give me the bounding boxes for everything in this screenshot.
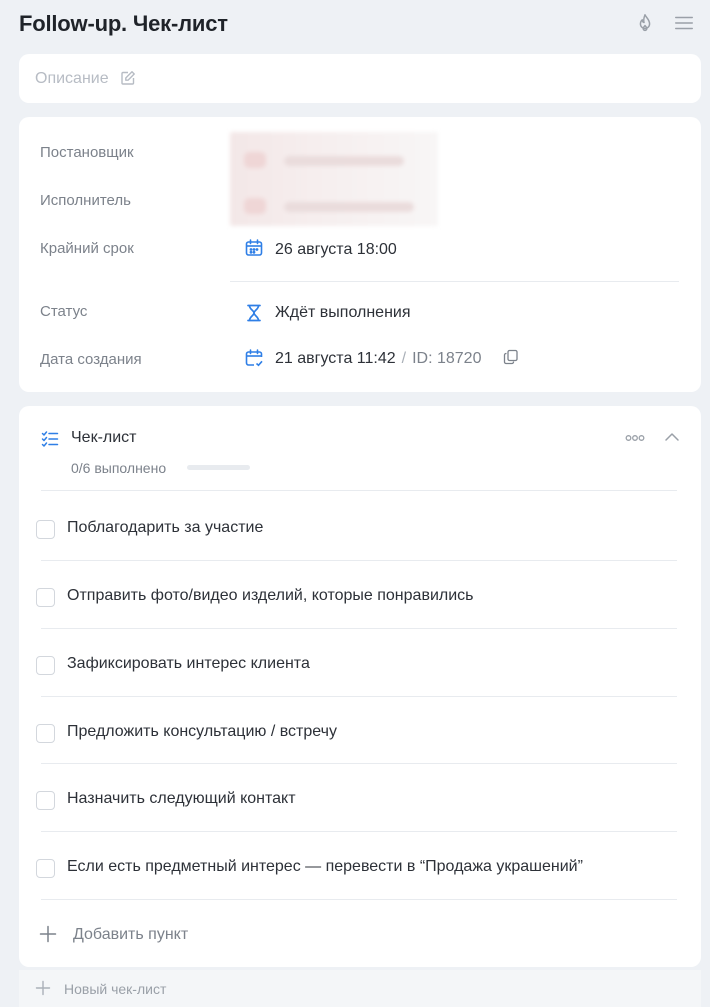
assignee-label: Исполнитель [40, 192, 131, 209]
item-divider [41, 831, 677, 832]
deadline-label: Крайний срок [40, 240, 134, 257]
more-icon[interactable] [625, 434, 645, 442]
menu-icon[interactable] [673, 12, 695, 34]
created-value: 21 августа 11:42 / ID: 18720 [275, 350, 481, 368]
plus-icon [35, 980, 51, 996]
item-divider [41, 628, 677, 629]
item-label[interactable]: Если есть предметный интерес — перевести… [67, 858, 583, 876]
chevron-up-icon[interactable] [664, 429, 680, 445]
item-divider [41, 696, 677, 697]
item-checkbox[interactable] [36, 724, 55, 743]
item-checkbox[interactable] [36, 588, 55, 607]
item-checkbox[interactable] [36, 859, 55, 878]
plus-icon [39, 925, 57, 943]
info-divider [230, 281, 679, 282]
description-placeholder: Описание [35, 70, 109, 87]
item-label[interactable]: Отправить фото/видео изделий, которые по… [67, 587, 473, 605]
task-header: Follow-up. Чек-лист [0, 0, 710, 50]
item-label[interactable]: Поблагодарить за участие [67, 519, 263, 537]
status-value: Ждёт выполнения [275, 304, 411, 321]
add-item-button[interactable]: Добавить пункт [19, 911, 701, 961]
fire-icon[interactable] [634, 12, 656, 34]
checklist-progress-text: 0/6 выполнено [71, 460, 167, 476]
checklist-divider [41, 490, 677, 491]
created-label: Дата создания [40, 351, 142, 368]
status-label: Статус [40, 303, 88, 320]
checklist-title[interactable]: Чек-лист [71, 429, 137, 447]
item-label[interactable]: Предложить консультацию / встречу [67, 723, 337, 741]
new-checklist-label: Новый чек-лист [64, 981, 167, 997]
item-divider [41, 763, 677, 764]
new-checklist-button[interactable]: Новый чек-лист [19, 970, 701, 1007]
checklist-item[interactable]: Если есть предметный интерес — перевести… [19, 833, 701, 900]
description-field[interactable]: Описание [19, 54, 701, 103]
checklist-progress-bar [187, 465, 250, 470]
task-page: Follow-up. Чек-лист Описание Постановщик… [0, 0, 710, 1007]
deadline-value[interactable]: 26 августа 18:00 [275, 241, 397, 259]
copy-icon[interactable] [503, 349, 519, 365]
created-date: 21 августа 11:42 [275, 350, 396, 367]
add-item-label: Добавить пункт [73, 926, 189, 943]
item-divider [41, 899, 677, 900]
calendar-icon [245, 239, 263, 256]
checklist-icon [41, 431, 59, 447]
checklist-item[interactable]: Назначить следующий контакт [19, 765, 701, 832]
edit-icon[interactable] [120, 70, 136, 86]
item-label[interactable]: Зафиксировать интерес клиента [67, 655, 310, 673]
task-id: ID: 18720 [412, 350, 482, 367]
item-checkbox[interactable] [36, 520, 55, 539]
item-checkbox[interactable] [36, 791, 55, 810]
item-divider [41, 560, 677, 561]
checklist-item[interactable]: Предложить консультацию / встречу [19, 698, 701, 765]
checklist-card: Чек-лист 0/6 выполнено Поблагодарить за … [19, 406, 701, 967]
hourglass-icon [247, 304, 261, 322]
checklist-item[interactable]: Зафиксировать интерес клиента [19, 630, 701, 697]
item-label[interactable]: Назначить следующий контакт [67, 790, 296, 808]
item-checkbox[interactable] [36, 656, 55, 675]
task-info-card: Постановщик Исполнитель Крайний срок 26 … [19, 117, 701, 392]
task-title: Follow-up. Чек-лист [19, 11, 228, 36]
calendar-created-icon [245, 349, 263, 367]
checklist-item[interactable]: Поблагодарить за участие [19, 494, 701, 561]
creator-label: Постановщик [40, 144, 134, 161]
checklist-item[interactable]: Отправить фото/видео изделий, которые по… [19, 562, 701, 629]
redacted-users [230, 132, 438, 226]
id-separator: / [401, 350, 407, 367]
